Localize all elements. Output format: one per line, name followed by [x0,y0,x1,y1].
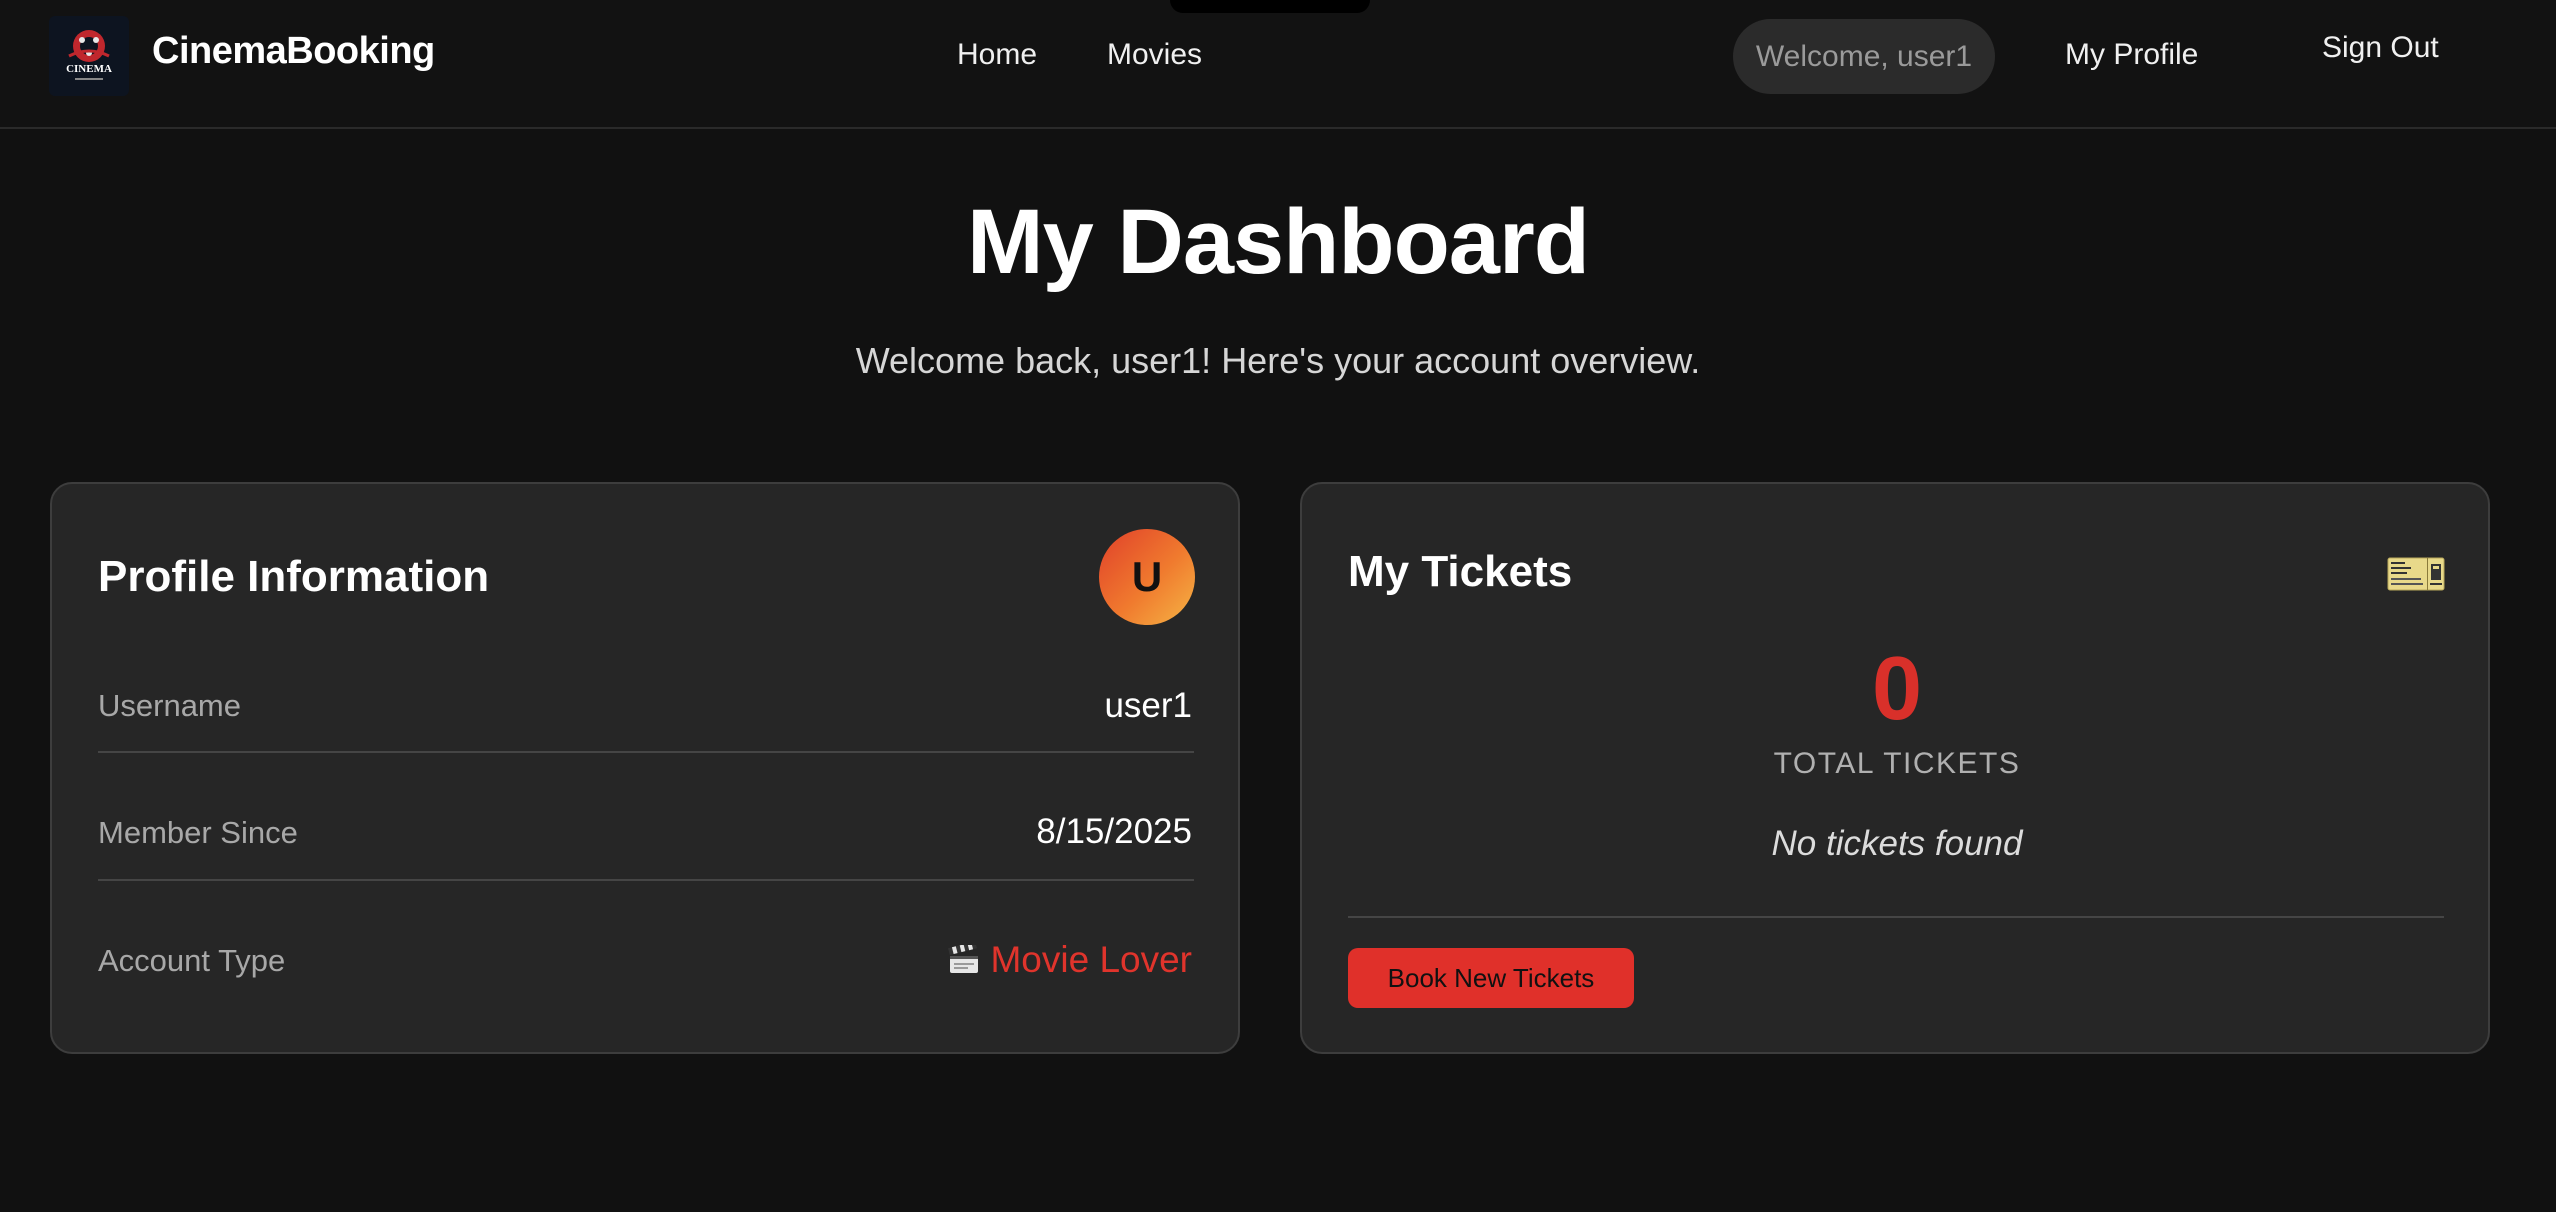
cinema-logo[interactable]: CINEMA [49,16,129,96]
nav-movies[interactable]: Movies [1107,38,1202,72]
member-since-value: 8/15/2025 [1036,812,1192,851]
brand-name[interactable]: CinemaBooking [152,30,435,73]
ticket-count-caption: TOTAL TICKETS [1773,747,2021,780]
tickets-card: My Tickets 0 TOTAL TICKETS No tickets fo… [1300,482,2490,1054]
ticket-count: 0 [1871,639,1923,739]
page-title: My Dashboard [967,191,1590,293]
empty-tickets-message: No tickets found [1771,824,2023,863]
tickets-card-title: My Tickets [1348,547,1573,596]
row-divider [98,879,1194,881]
account-type-value: Movie Lover [948,939,1192,981]
username-label: Username [98,688,241,723]
book-new-tickets-button[interactable]: Book New Tickets [1348,948,1634,1008]
logo-wordmark: CINEMA [66,63,112,75]
page-subtitle: Welcome back, user1! Here's your account… [855,340,1701,381]
username-value: user1 [1104,686,1192,725]
screen-notch [1170,0,1370,13]
tickets-divider [1348,916,2444,918]
top-navbar: CINEMA CinemaBooking Home Movies Welcome… [0,0,2556,129]
ticket-icon [2387,557,2445,591]
welcome-badge: Welcome, user1 [1733,19,1995,94]
avatar: U [1099,529,1195,625]
clapperboard-icon [948,945,979,973]
nav-my-profile[interactable]: My Profile [2065,38,2198,72]
profile-card: Profile Information U Username user1 Mem… [50,482,1240,1054]
profile-card-title: Profile Information [98,552,490,601]
account-type-label: Account Type [98,943,286,978]
sign-out-button[interactable]: Sign Out [2322,31,2439,65]
row-divider [98,751,1194,753]
nav-home[interactable]: Home [957,38,1037,72]
member-since-label: Member Since [98,815,298,850]
account-type-text: Movie Lover [990,939,1192,980]
